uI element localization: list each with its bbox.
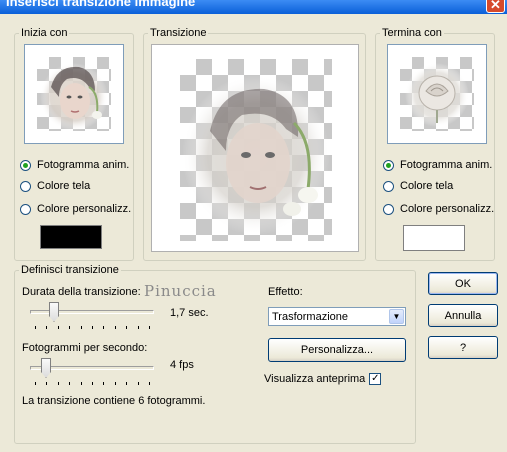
start-option-label: Colore tela — [37, 180, 91, 192]
start-radio-canvas-color[interactable] — [20, 180, 31, 192]
start-option-label: Colore personalizz. — [37, 203, 132, 215]
window-title: Inserisci transizione immagine — [6, 0, 196, 9]
duration-label: Durata della transizione: — [22, 286, 141, 298]
preview-checkbox-label: Visualizza anteprima — [264, 373, 366, 385]
slider-tick — [46, 326, 47, 329]
slider-tick — [35, 326, 36, 329]
customize-button-label: Personalizza... — [300, 344, 374, 356]
end-custom-color-swatch[interactable] — [403, 225, 465, 251]
slider-tick — [126, 326, 127, 329]
preview-checkbox-row[interactable]: Visualizza anteprima ✓ — [264, 373, 382, 385]
preview-checkbox[interactable]: ✓ — [369, 373, 382, 385]
transition-preview — [151, 44, 359, 252]
duration-slider-track — [30, 310, 154, 314]
slider-tick — [115, 382, 116, 385]
checkmark-icon: ✓ — [371, 373, 380, 384]
end-radio-custom-color[interactable] — [383, 203, 394, 215]
slider-tick — [149, 382, 150, 385]
watermark-text: Pinuccia — [144, 282, 217, 300]
slider-tick — [138, 326, 139, 329]
slider-tick — [69, 382, 70, 385]
slider-tick — [103, 326, 104, 329]
end-option-label: Colore tela — [400, 180, 454, 192]
effect-select[interactable]: Trasformazione ▼ — [268, 307, 406, 326]
customize-button[interactable]: Personalizza... — [268, 338, 406, 362]
start-preview-image — [37, 57, 111, 131]
slider-tick — [115, 326, 116, 329]
slider-tick — [149, 326, 150, 329]
slider-tick — [81, 326, 82, 329]
start-option-canvas-color[interactable]: Colore tela — [20, 180, 90, 192]
effect-label: Effetto: — [268, 286, 303, 298]
end-group-legend: Termina con — [382, 27, 442, 39]
frame-count-info: La transizione contiene 6 fotogrammi. — [22, 395, 206, 407]
chevron-down-icon[interactable]: ▼ — [389, 309, 404, 324]
ok-button-label: OK — [455, 277, 471, 290]
slider-tick — [69, 326, 70, 329]
slider-tick — [81, 382, 82, 385]
start-preview — [24, 44, 124, 144]
effect-select-value: Trasformazione — [272, 310, 349, 323]
fps-slider-ticks — [35, 382, 150, 386]
title-bar: Inserisci transizione immagine ✕ — [0, 0, 507, 14]
close-icon: ✕ — [490, 0, 501, 12]
slider-tick — [92, 326, 93, 329]
slider-tick — [58, 382, 59, 385]
start-option-custom-color[interactable]: Colore personalizz. — [20, 203, 131, 215]
help-button-label: ? — [459, 341, 467, 354]
end-option-label: Fotogramma anim. — [400, 159, 493, 171]
slider-tick — [46, 382, 47, 385]
cancel-button-label: Annulla — [444, 309, 482, 322]
end-option-label: Colore personalizz. — [400, 203, 495, 215]
duration-slider-ticks — [35, 326, 150, 330]
slider-tick — [58, 326, 59, 329]
define-transition-legend: Definisci transizione — [21, 264, 119, 276]
white-rose-thumbnail-icon — [405, 63, 469, 127]
transition-group-legend: Transizione — [150, 27, 207, 39]
end-option-anim-frame[interactable]: Fotogramma anim. — [383, 159, 492, 171]
transition-preview-image — [180, 59, 332, 241]
start-option-label: Fotogramma anim. — [37, 159, 130, 171]
start-custom-color-swatch[interactable] — [40, 225, 102, 249]
end-radio-anim-frame[interactable] — [383, 159, 394, 171]
slider-tick — [126, 382, 127, 385]
cancel-button[interactable]: Annulla — [428, 304, 498, 327]
end-preview — [387, 44, 487, 144]
blended-portrait-preview-icon — [182, 75, 330, 235]
ok-button[interactable]: OK — [428, 272, 498, 295]
woman-portrait-thumbnail-icon — [40, 63, 108, 131]
fps-value: 4 fps — [170, 359, 194, 371]
end-radio-canvas-color[interactable] — [383, 180, 394, 192]
start-radio-anim-frame[interactable] — [20, 159, 31, 171]
slider-tick — [103, 382, 104, 385]
end-option-canvas-color[interactable]: Colore tela — [383, 180, 453, 192]
slider-tick — [35, 382, 36, 385]
end-preview-image — [400, 57, 474, 131]
help-button[interactable]: ? — [428, 336, 498, 359]
start-radio-custom-color[interactable] — [20, 203, 31, 215]
slider-tick — [138, 382, 139, 385]
slider-tick — [92, 382, 93, 385]
duration-value: 1,7 sec. — [170, 307, 209, 319]
start-option-anim-frame[interactable]: Fotogramma anim. — [20, 159, 129, 171]
fps-label: Fotogrammi per secondo: — [22, 342, 148, 354]
close-button[interactable]: ✕ — [486, 0, 505, 13]
start-group-legend: Inizia con — [21, 27, 68, 39]
end-option-custom-color[interactable]: Colore personalizz. — [383, 203, 494, 215]
